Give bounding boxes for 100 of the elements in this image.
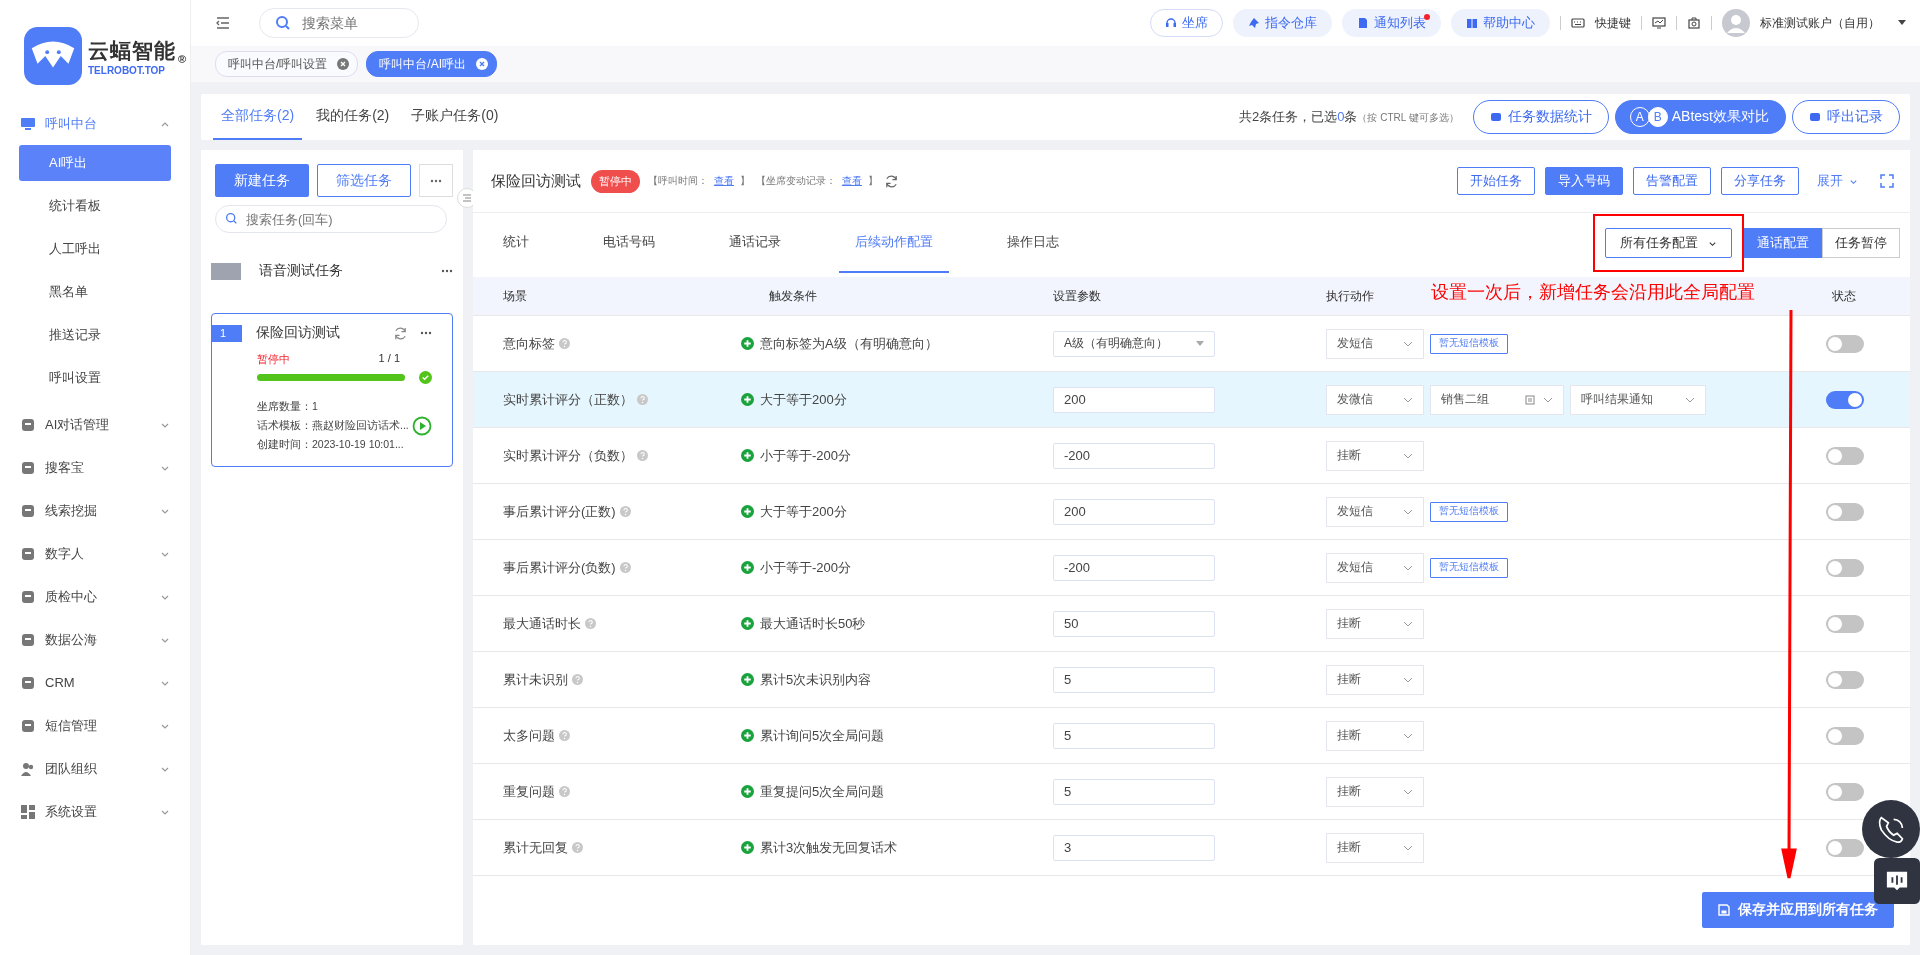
toggle-switch[interactable]: [1826, 614, 1864, 633]
task-action-button[interactable]: 分享任务: [1721, 167, 1799, 195]
nav-group-item[interactable]: 搜客宝: [0, 446, 190, 489]
param-input[interactable]: 200: [1053, 498, 1215, 525]
page-tag[interactable]: 呼叫中台/AI呼出: [366, 51, 497, 77]
task-search-field[interactable]: 搜索任务(回车): [215, 205, 447, 233]
toggle-switch[interactable]: [1826, 446, 1864, 465]
header-button[interactable]: 指令仓库: [1233, 9, 1332, 37]
action-select[interactable]: 发微信: [1326, 384, 1424, 415]
param-input[interactable]: 5: [1053, 778, 1215, 805]
avatar-icon[interactable]: [1722, 9, 1750, 37]
nav-group-item[interactable]: 质检中心: [0, 575, 190, 618]
param-input[interactable]: -200: [1053, 442, 1215, 469]
group-select[interactable]: 销售二组: [1430, 384, 1564, 415]
nav-group-item[interactable]: 数据公海: [0, 618, 190, 661]
action-select[interactable]: 挂断: [1326, 440, 1424, 471]
close-icon[interactable]: [476, 58, 488, 70]
nav-subitem[interactable]: 推送记录: [19, 317, 171, 353]
param-input[interactable]: 3: [1053, 834, 1215, 861]
help-icon[interactable]: [572, 674, 583, 685]
detail-tab[interactable]: 后续动作配置: [839, 213, 949, 273]
refresh-icon[interactable]: [884, 173, 899, 189]
detail-tab[interactable]: 操作日志: [991, 213, 1075, 273]
param-input[interactable]: 5: [1053, 666, 1215, 693]
action-select[interactable]: 挂断: [1326, 608, 1424, 639]
nav-group-item[interactable]: AI对话管理: [0, 403, 190, 446]
toggle-switch[interactable]: [1826, 838, 1864, 857]
play-icon[interactable]: [412, 416, 432, 436]
page-tag[interactable]: 呼叫中台/呼叫设置: [215, 51, 359, 77]
action-select[interactable]: 挂断: [1326, 664, 1424, 695]
menu-icon[interactable]: [215, 15, 231, 31]
help-icon[interactable]: [637, 394, 648, 405]
action-select[interactable]: 发短信: [1326, 328, 1424, 359]
nav-subitem[interactable]: 人工呼出: [19, 231, 171, 267]
detail-tab[interactable]: 电话号码: [587, 213, 671, 273]
screen-icon[interactable]: [1652, 17, 1666, 29]
voice-chat-icon[interactable]: [1874, 858, 1920, 904]
task-tab[interactable]: 全部任务(2): [213, 94, 303, 140]
param-input[interactable]: 50: [1053, 610, 1215, 637]
camera-icon[interactable]: [1687, 17, 1701, 29]
sms-template-button[interactable]: 暂无短信模板: [1430, 557, 1508, 578]
nav-group-item[interactable]: 线索挖掘: [0, 489, 190, 532]
action-select[interactable]: 挂断: [1326, 776, 1424, 807]
header-button[interactable]: 帮助中心: [1451, 9, 1550, 37]
toggle-switch[interactable]: [1826, 726, 1864, 745]
param-input[interactable]: 200: [1053, 386, 1215, 413]
new-task-button[interactable]: 新建任务: [215, 164, 309, 197]
toggle-switch[interactable]: [1826, 558, 1864, 577]
help-icon[interactable]: [619, 506, 631, 517]
nav-group-item[interactable]: 团队组织: [0, 747, 190, 790]
toggle-switch[interactable]: [1826, 390, 1864, 409]
more-icon[interactable]: [420, 331, 432, 335]
group-name[interactable]: 语音测试任务: [259, 262, 423, 280]
help-icon[interactable]: [637, 450, 648, 461]
detail-tab[interactable]: 统计: [491, 213, 545, 273]
filter-task-button[interactable]: 筛选任务: [317, 164, 411, 197]
segment-button[interactable]: 任务暂停: [1822, 228, 1900, 258]
help-icon[interactable]: [559, 338, 570, 349]
shortcut-link[interactable]: 快捷键: [1595, 14, 1631, 32]
detail-tab[interactable]: 通话记录: [713, 213, 797, 273]
close-icon[interactable]: [337, 58, 350, 70]
toggle-switch[interactable]: [1826, 334, 1864, 353]
nav-group-item[interactable]: 短信管理: [0, 704, 190, 747]
task-action-button[interactable]: 告警配置: [1633, 167, 1711, 195]
expand-link[interactable]: 展开: [1811, 171, 1864, 191]
toggle-switch[interactable]: [1826, 670, 1864, 689]
action-select[interactable]: 挂断: [1326, 720, 1424, 751]
help-icon[interactable]: [619, 562, 631, 573]
task-tab[interactable]: 我的任务(2): [308, 94, 398, 140]
config-scope-select[interactable]: 所有任务配置: [1605, 228, 1732, 258]
sms-template-button[interactable]: 暂无短信模板: [1430, 333, 1508, 354]
toolbar-button[interactable]: A B ABtest效果对比: [1614, 100, 1786, 134]
view-link[interactable]: 查看: [842, 174, 862, 188]
param-input[interactable]: -200: [1053, 554, 1215, 581]
nav-group-item[interactable]: 系统设置: [0, 790, 190, 833]
help-icon[interactable]: [585, 618, 596, 629]
fullscreen-icon[interactable]: [1880, 174, 1894, 188]
task-action-button[interactable]: 开始任务: [1457, 167, 1535, 195]
nav-subitem[interactable]: 呼叫设置: [19, 360, 171, 396]
help-icon[interactable]: [572, 842, 583, 853]
nav-group-item[interactable]: 数字人: [0, 532, 190, 575]
refresh-icon[interactable]: [393, 325, 408, 341]
more-icon[interactable]: [441, 269, 453, 273]
help-icon[interactable]: [559, 786, 570, 797]
toggle-switch[interactable]: [1826, 782, 1864, 801]
param-select[interactable]: A级（有明确意向）: [1053, 330, 1215, 357]
more-button[interactable]: [419, 164, 453, 197]
param-input[interactable]: 5: [1053, 722, 1215, 749]
segment-button[interactable]: 通话配置: [1744, 228, 1822, 258]
action-select[interactable]: 发短信: [1326, 552, 1424, 583]
toolbar-button[interactable]: 任务数据统计: [1472, 100, 1609, 134]
nav-group-item[interactable]: 呼叫中台: [0, 102, 190, 145]
toggle-switch[interactable]: [1826, 502, 1864, 521]
header-button[interactable]: 通知列表: [1342, 9, 1441, 37]
template-select[interactable]: 呼叫结果通知: [1570, 384, 1706, 415]
task-action-button[interactable]: 导入号码: [1545, 167, 1623, 195]
view-link[interactable]: 查看: [714, 174, 734, 188]
search-field[interactable]: 搜索菜单: [259, 8, 419, 38]
task-tab[interactable]: 子账户任务(0): [403, 94, 507, 140]
header-button[interactable]: 坐席: [1150, 9, 1223, 37]
